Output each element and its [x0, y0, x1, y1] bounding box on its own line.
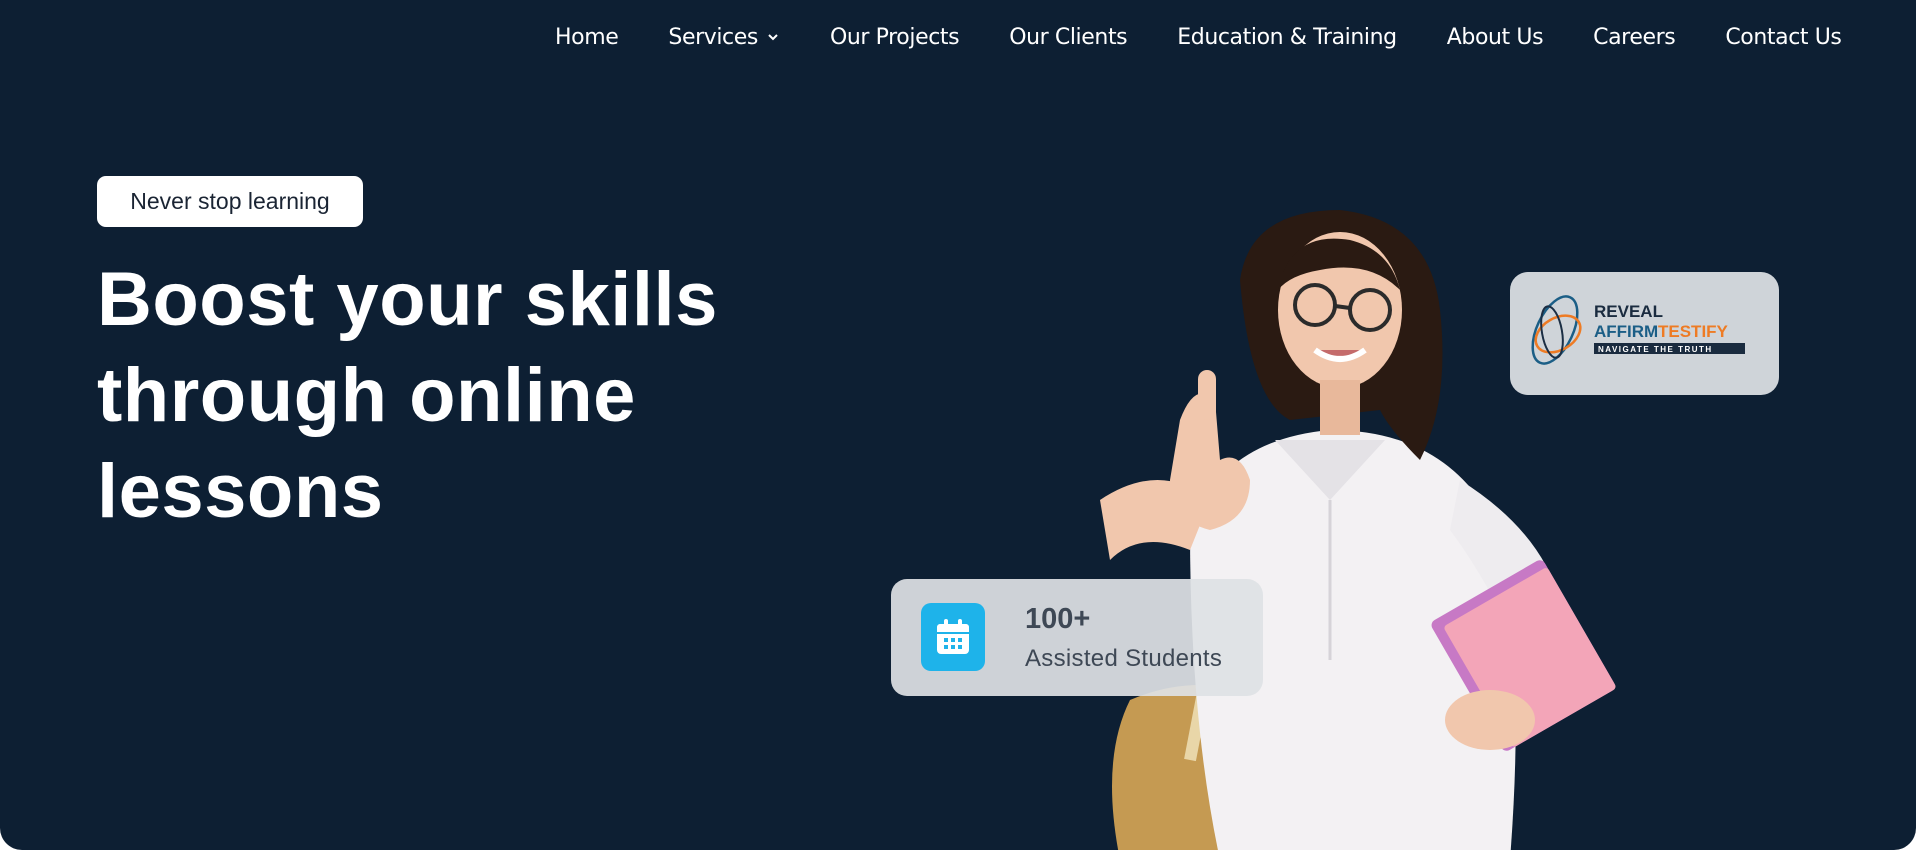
- tagline-badge: Never stop learning: [97, 176, 363, 227]
- headline-line-2: through online: [97, 353, 636, 438]
- nav-our-clients-label: Our Clients: [1009, 24, 1128, 50]
- nav-our-projects-label: Our Projects: [829, 24, 960, 50]
- svg-text:TESTIFY: TESTIFY: [1658, 322, 1729, 341]
- nav-education-training-label: Education & Training: [1177, 24, 1397, 50]
- nav-home[interactable]: Home: [555, 24, 619, 50]
- nav-services-label: Services: [668, 24, 758, 50]
- reveal-affirm-testify-logo: REVEAL AFFIRM TESTIFY NAVIGATE THE TRUTH: [1531, 295, 1745, 365]
- nav-home-label: Home: [555, 24, 619, 50]
- hero-section: Home Services Our Projects Our Clients E…: [0, 0, 1916, 850]
- nav-contact-us-label: Contact Us: [1725, 24, 1842, 50]
- stats-value: 100+: [1025, 603, 1091, 635]
- stats-label: Assisted Students: [1025, 645, 1223, 672]
- tagline-text: Never stop learning: [130, 188, 330, 214]
- headline-line-3: lessons: [97, 449, 384, 534]
- svg-text:NAVIGATE THE TRUTH: NAVIGATE THE TRUTH: [1598, 345, 1713, 354]
- nav-about-us-label: About Us: [1446, 24, 1544, 50]
- stats-icon-box: [921, 603, 985, 671]
- svg-text:AFFIRM: AFFIRM: [1594, 322, 1658, 341]
- partner-logo-card: REVEAL AFFIRM TESTIFY NAVIGATE THE TRUTH: [1510, 272, 1779, 395]
- main-nav: Home Services Our Projects Our Clients E…: [555, 18, 1842, 56]
- nav-about-us[interactable]: About Us: [1446, 24, 1544, 50]
- svg-text:REVEAL: REVEAL: [1594, 302, 1663, 321]
- nav-services[interactable]: Services: [668, 25, 780, 50]
- chevron-down-icon: [768, 34, 778, 41]
- nav-our-clients[interactable]: Our Clients: [1009, 25, 1127, 50]
- nav-careers-label: Careers: [1593, 24, 1676, 50]
- nav-our-projects[interactable]: Our Projects: [829, 24, 960, 50]
- headline-line-1: Boost your skills: [97, 257, 718, 342]
- calendar-icon: [937, 619, 969, 654]
- nav-education-training[interactable]: Education & Training: [1177, 24, 1397, 50]
- nav-contact-us[interactable]: Contact Us: [1725, 24, 1842, 50]
- nav-careers[interactable]: Careers: [1593, 24, 1676, 50]
- hero-headline: Boost your skills through online lessons: [97, 252, 797, 540]
- stats-card: 100+ Assisted Students: [891, 579, 1263, 696]
